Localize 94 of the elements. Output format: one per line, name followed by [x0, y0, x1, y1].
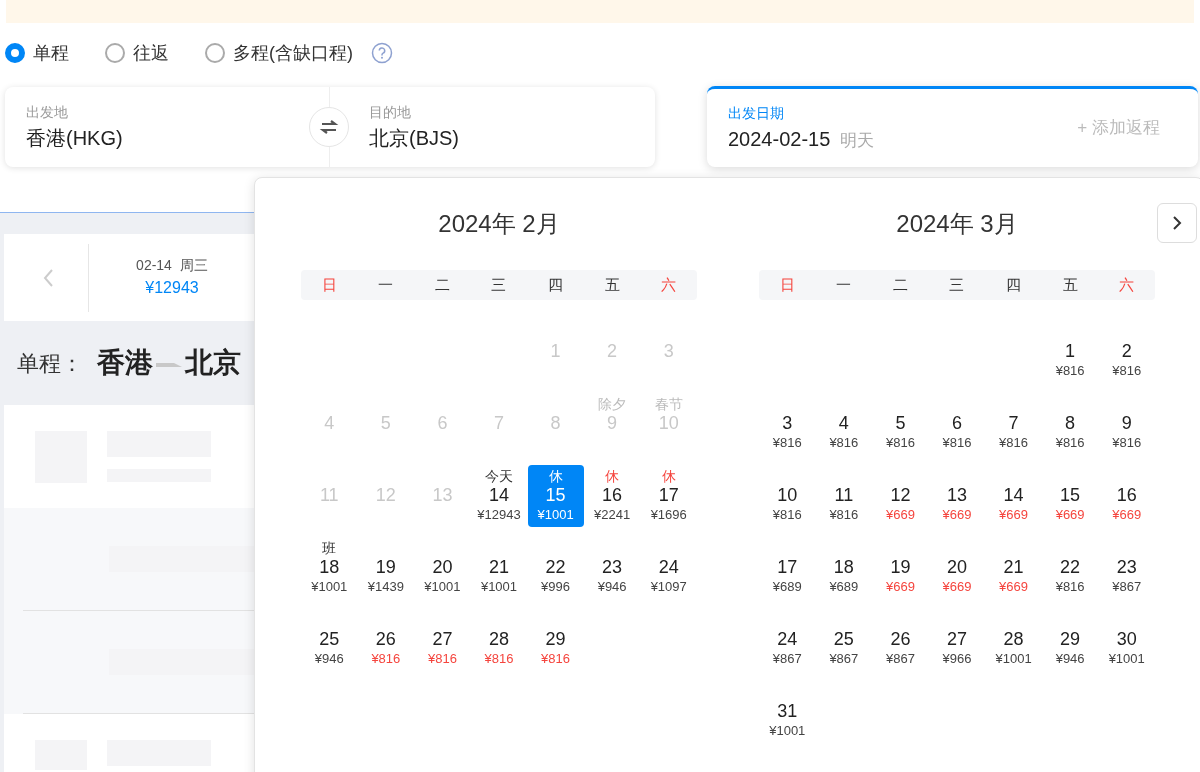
- calendar-day[interactable]: 24 ¥867: [759, 609, 816, 671]
- weekday-label: 日: [320, 274, 338, 295]
- calendar-day[interactable]: 23 ¥946: [584, 537, 641, 599]
- calendar-day[interactable]: 1 ¥816: [1042, 321, 1099, 383]
- calendar-day[interactable]: 28 ¥816: [471, 609, 527, 671]
- weekday-label: 四: [547, 274, 565, 295]
- calendar-day[interactable]: 21 ¥1001: [471, 537, 527, 599]
- calendar-day[interactable]: 20 ¥669: [929, 537, 985, 599]
- date-tab[interactable]: 02-14 周三 ¥12943: [89, 255, 255, 300]
- weekday-label: 三: [490, 274, 508, 295]
- trip-type-option[interactable]: 单程: [5, 39, 69, 67]
- calendar-day[interactable]: 休 16 ¥2241: [584, 465, 641, 527]
- weekday-label: 五: [1061, 274, 1079, 295]
- calendar-day[interactable]: 4 ¥816: [815, 393, 872, 455]
- calendar-day[interactable]: 27 ¥966: [929, 609, 985, 671]
- weekday-label: 一: [377, 274, 395, 295]
- origin-city: 香港: [97, 346, 153, 380]
- calendar-day[interactable]: 3 ¥816: [759, 393, 816, 455]
- weekday-label: 五: [603, 274, 621, 295]
- calendar-day[interactable]: 19 ¥1439: [357, 537, 414, 599]
- weekday-label: 六: [1118, 274, 1136, 295]
- calendar-day[interactable]: 13 ¥669: [929, 465, 985, 527]
- field-value: 北京(BJS): [369, 125, 460, 151]
- trip-type-label: 单程: [33, 41, 69, 65]
- calendar-day[interactable]: 19 ¥669: [872, 537, 929, 599]
- calendar-day[interactable]: 21 ¥669: [985, 537, 1042, 599]
- calendar-day[interactable]: 8 ¥816: [1042, 393, 1099, 455]
- destination-city: 北京: [185, 346, 241, 380]
- calendar-day[interactable]: 16 ¥669: [1098, 465, 1155, 527]
- field-value: 2024-02-15: [728, 126, 831, 152]
- calendar-day[interactable]: 28 ¥1001: [985, 609, 1042, 671]
- calendar-day[interactable]: 休 17 ¥1696: [640, 465, 697, 527]
- month-title: 2024年 2月: [438, 209, 560, 239]
- calendar-day[interactable]: 26 ¥867: [872, 609, 929, 671]
- calendar-day[interactable]: 15 ¥669: [1042, 465, 1099, 527]
- date-tab-price: ¥12943: [145, 278, 199, 298]
- weekday-label: 一: [835, 274, 853, 295]
- calendar-day[interactable]: 5 ¥816: [872, 393, 929, 455]
- calendar-day[interactable]: 7 ¥816: [985, 393, 1042, 455]
- calendar-day[interactable]: 25 ¥946: [301, 609, 358, 671]
- calendar-day[interactable]: 今天 14 ¥12943: [471, 465, 527, 527]
- weekday-label: 二: [433, 274, 451, 295]
- weekday-label: 六: [660, 274, 678, 295]
- calendar-day[interactable]: 9 ¥816: [1098, 393, 1155, 455]
- help-icon[interactable]: [371, 42, 393, 64]
- calendar-day[interactable]: 29 ¥946: [1042, 609, 1099, 671]
- calendar-day[interactable]: 25 ¥867: [815, 609, 872, 671]
- chevron-right-icon: [1172, 215, 1182, 231]
- date-tab-weekday: 周三: [179, 256, 208, 275]
- field-value: 香港(HKG): [26, 125, 124, 151]
- next-month-button[interactable]: [1157, 203, 1197, 243]
- calendar-day[interactable]: 12 ¥669: [872, 465, 929, 527]
- calendar-day[interactable]: 11 ¥816: [815, 465, 872, 527]
- calendar-day[interactable]: 30 ¥1001: [1098, 609, 1155, 671]
- calendar-day[interactable]: 14 ¥669: [985, 465, 1042, 527]
- weekday-label: 日: [778, 274, 796, 295]
- field-label: 出发地: [26, 102, 69, 122]
- swap-button[interactable]: [309, 107, 349, 147]
- trip-type-label: 多程(含缺口程): [233, 41, 353, 65]
- calendar-day[interactable]: 10 ¥816: [759, 465, 816, 527]
- field-label: 出发日期: [728, 103, 785, 123]
- calendar-day[interactable]: 20 ¥1001: [414, 537, 471, 599]
- calendar-day[interactable]: 班 18 ¥1001: [301, 537, 358, 599]
- radio-icon: [205, 43, 225, 63]
- weekday-label: 二: [891, 274, 909, 295]
- radio-icon: [105, 43, 125, 63]
- date-field[interactable]: 出发日期 2024-02-15 明天 + 添加返程: [707, 86, 1198, 167]
- calendar-day[interactable]: 29 ¥816: [527, 609, 584, 671]
- weekday-label: 四: [1005, 274, 1023, 295]
- trip-type-option[interactable]: 往返: [105, 39, 169, 67]
- date-note: 明天: [840, 129, 875, 152]
- calendar-day[interactable]: 22 ¥996: [527, 537, 584, 599]
- calendar-day[interactable]: 27 ¥816: [414, 609, 471, 671]
- calendar-day[interactable]: 24 ¥1097: [640, 537, 697, 599]
- date-tab-date: 02-14: [136, 256, 172, 275]
- radio-checked-icon: [5, 43, 25, 63]
- destination-field[interactable]: 目的地 北京(BJS): [349, 87, 655, 167]
- calendar-day[interactable]: 23 ¥867: [1098, 537, 1155, 599]
- calendar-day[interactable]: 2 ¥816: [1098, 321, 1155, 383]
- calendar-day[interactable]: 6 ¥816: [929, 393, 985, 455]
- calendar-day[interactable]: 18 ¥689: [815, 537, 872, 599]
- month-title: 2024年 3月: [896, 209, 1018, 239]
- trip-type-option[interactable]: 多程(含缺口程): [205, 39, 353, 67]
- calendar-day[interactable]: 26 ¥816: [357, 609, 414, 671]
- trip-type-label: 往返: [133, 41, 169, 65]
- origin-field[interactable]: 出发地 香港(HKG): [5, 87, 309, 167]
- swap-arrows-icon: [319, 119, 339, 135]
- calendar-day[interactable]: 17 ¥689: [759, 537, 816, 599]
- field-label: 目的地: [369, 102, 412, 122]
- calendar-day[interactable]: 休 15 ¥1001: [527, 465, 584, 527]
- trip-label: 单程：: [17, 349, 83, 378]
- calendar-day[interactable]: 31 ¥1001: [759, 681, 816, 743]
- weekday-label: 三: [948, 274, 966, 295]
- calendar-day[interactable]: 22 ¥816: [1042, 537, 1099, 599]
